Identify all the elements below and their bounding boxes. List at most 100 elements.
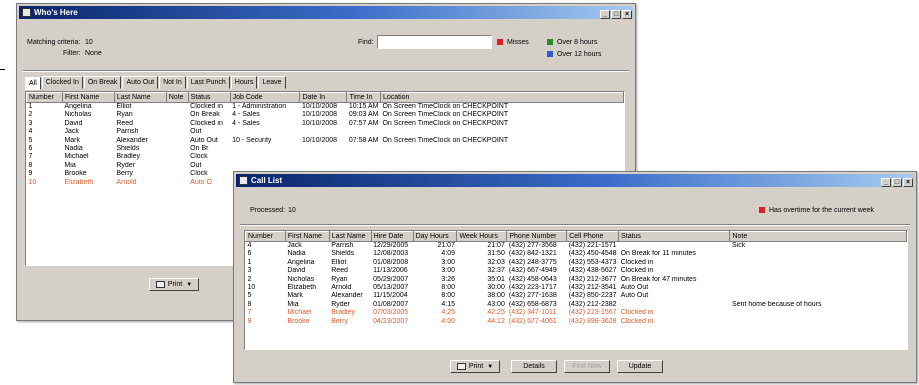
whos-here-column-header[interactable]: Job Code (229, 92, 301, 103)
call-list-column-header[interactable]: Day Hours (412, 231, 458, 242)
call-list-column-header[interactable]: Status (618, 231, 731, 242)
minimize-icon[interactable]: _ (600, 10, 610, 19)
table-cell (230, 153, 300, 161)
tab-last-punch[interactable]: Last Punch (186, 76, 230, 89)
table-cell: 1 (247, 258, 252, 266)
table-row[interactable]: 1 Angelina Elliot Clocked in 1 - Administrat… (27, 103, 624, 112)
table-cell: On Br (190, 145, 209, 153)
table-row[interactable]: 9 Brooke Berry 04/23/2007 4:00 44:12 (432) 577… (246, 318, 907, 326)
whos-here-titlebar[interactable]: Who's Here _ □ × (19, 6, 633, 19)
tab-clocked-in[interactable]: Clocked In (41, 76, 83, 89)
table-cell: Clocked in (190, 119, 223, 127)
tab-leave[interactable]: Leave (258, 76, 286, 89)
find-input[interactable] (377, 35, 492, 49)
app-icon (22, 8, 31, 17)
find-label: Find: (358, 39, 374, 46)
call-list[interactable]: Number First Name Last Name Hire Date Day Ho… (244, 230, 908, 350)
table-cell (166, 137, 188, 145)
table-row[interactable]: 1 Angelina Elliot 01/08/2008 3:00 32:03 (432) … (246, 259, 907, 267)
table-cell: 7 (247, 309, 252, 317)
call-list-column-header[interactable]: Note (729, 231, 907, 242)
table-cell: 2 (247, 275, 252, 283)
table-cell: 01/08/2007 (373, 300, 409, 308)
call-list-column-header[interactable]: Phone Number (506, 231, 568, 242)
legend-swatch-red (497, 39, 503, 46)
table-row[interactable]: 6 Nadia Shields 12/08/2003 4:09 31:50 (432) 84… (246, 250, 907, 258)
tab-on-break[interactable]: On Break (83, 76, 122, 89)
maximize-icon[interactable]: □ (611, 10, 621, 19)
table-cell: 07:57 AM (348, 119, 379, 127)
table-cell: David (287, 267, 306, 275)
table-row[interactable]: 8 Mia Ryder Out (27, 162, 624, 170)
table-cell (300, 128, 347, 136)
table-cell: Parrish (331, 242, 354, 249)
minimize-icon[interactable]: _ (881, 178, 891, 187)
tab-not-in[interactable]: Not In (159, 76, 186, 89)
table-cell (166, 179, 188, 187)
tab-hours[interactable]: Hours (230, 76, 258, 89)
tab-auto-out[interactable]: Auto Out (122, 76, 159, 89)
table-cell: Alexander (331, 292, 363, 300)
table-cell: 4:09 (441, 250, 455, 258)
table-row[interactable]: 3 David Reed 11/13/2006 3:00 32:37 (432) 667-4… (246, 267, 907, 275)
tab-all[interactable]: All (25, 77, 41, 90)
table-row[interactable]: 10 Elizabeth Arnold 05/13/2007 8:00 30:00 (432… (246, 284, 907, 292)
find-now-button[interactable]: Find Now (564, 360, 610, 373)
table-cell (730, 276, 907, 284)
table-cell: 10/10/2008 (301, 111, 338, 119)
table-cell: Jack (287, 242, 302, 249)
table-cell: Clocked in (620, 309, 654, 317)
whos-here-column-header[interactable]: Status (187, 92, 231, 103)
table-cell: 42:25 (487, 309, 505, 317)
table-row[interactable]: 3 David Reed Clocked in 4 - Sales 10/10/2008 0… (27, 120, 624, 128)
legend-over-8: Over 8 hours (547, 39, 597, 46)
table-cell: 10/10/2008 (301, 136, 338, 144)
call-list-column-header[interactable]: Week Hours (456, 231, 508, 242)
whos-here-column-header[interactable]: Note (165, 92, 189, 103)
whos-here-column-header[interactable]: Time In (346, 92, 381, 103)
table-cell: Mark (64, 136, 80, 144)
table-cell: 8 (28, 161, 33, 169)
update-button[interactable]: Update (617, 360, 663, 373)
table-row[interactable]: 8 Mia Ryder 01/08/2007 4:15 43:00 (432) 658-68… (246, 301, 907, 309)
table-cell (730, 309, 907, 317)
call-list-titlebar[interactable]: Call List _ □ × (236, 174, 914, 187)
close-icon[interactable]: × (622, 10, 632, 19)
overtime-legend: Has overtime for the current week (759, 207, 874, 214)
call-list-column-header[interactable]: Cell Phone (566, 231, 620, 242)
maximize-icon[interactable]: □ (892, 178, 902, 187)
call-list-column-header[interactable]: Hire Date (370, 231, 414, 242)
table-cell: Nadia (287, 250, 306, 258)
table-row[interactable]: 2 Nicholas Ryan On Break 4 - Sales 10/10/2008… (27, 111, 624, 119)
call-list-column-header[interactable]: First Name (284, 231, 330, 242)
table-cell: 4:25 (441, 309, 455, 317)
call-list-column-header[interactable]: Number (245, 231, 286, 242)
print-button[interactable]: Print ▼ (450, 360, 500, 373)
table-cell: (432) 850-2237 (568, 292, 617, 300)
table-cell (347, 128, 381, 136)
table-row[interactable]: 7 Michael Bradley 07/03/2005 4:25 42:25 (432) … (246, 309, 907, 317)
table-row[interactable]: 6 Nadia Shields On Br (27, 145, 624, 153)
table-cell: 4 (247, 242, 252, 249)
table-cell: David (64, 119, 83, 127)
whos-here-column-header[interactable]: Number (26, 92, 63, 103)
table-row[interactable]: 4 Jack Parrish 12/29/2005 21:07 21:07 (432) 27… (246, 242, 907, 251)
table-row[interactable]: 5 Mark Alexander Auto Out 10 - Security 10/10… (27, 137, 624, 145)
table-cell: On Screen TimeClock on CHECKPOINT (382, 103, 509, 110)
table-row[interactable]: 2 Nicholas Ryan 05/29/2007 3:26 35:01 (432) 45… (246, 276, 907, 284)
table-cell: Mia (64, 161, 76, 169)
details-button[interactable]: Details (511, 360, 557, 373)
whos-here-column-header[interactable]: First Name (61, 92, 115, 103)
print-button[interactable]: Print ▼ (149, 278, 199, 291)
close-icon[interactable]: × (903, 178, 913, 187)
table-cell: Berry (331, 317, 348, 325)
table-cell: (432) 277-3568 (508, 242, 557, 249)
whos-here-column-header[interactable]: Last Name (113, 92, 167, 103)
whos-here-column-header[interactable]: Location (379, 92, 624, 103)
table-row[interactable]: 4 Jack Parrish Out (27, 128, 624, 136)
table-row[interactable]: 5 Mark Alexander 11/15/2004 8:00 38:00 (432) 2… (246, 292, 907, 300)
call-list-column-header[interactable]: Last Name (328, 231, 372, 242)
whos-here-column-header[interactable]: Date In (299, 92, 348, 103)
table-cell: Nicholas (64, 111, 92, 119)
table-row[interactable]: 7 Michael Bradley Clock (27, 153, 624, 161)
